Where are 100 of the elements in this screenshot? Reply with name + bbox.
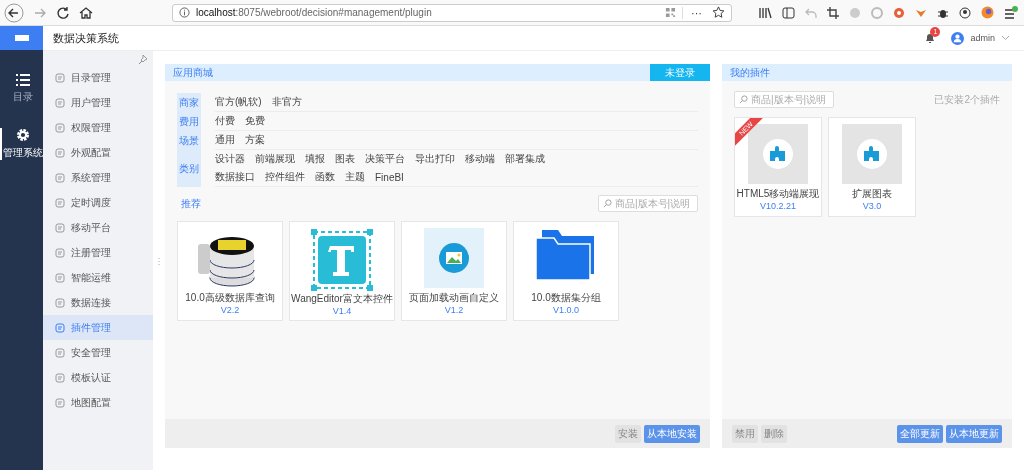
plugin-name: 10.0高级数据库查询	[185, 291, 275, 304]
filter-option[interactable]: 免费	[245, 114, 265, 128]
search-field[interactable]: 商品|版本号|说明	[598, 195, 698, 212]
filter-option[interactable]: 函数	[315, 170, 335, 184]
menu-item-icon	[55, 322, 65, 333]
crop-icon[interactable]	[827, 6, 839, 19]
filter-option[interactable]: 控件组件	[265, 170, 305, 184]
filter-option[interactable]: 图表	[335, 152, 355, 166]
plugin-card[interactable]: 10.0高级数据库查询 V2.2	[177, 221, 283, 321]
plugin-name: 10.0数据集分组	[531, 291, 601, 304]
sidebar-item[interactable]: 地图配置	[43, 390, 153, 415]
sidebar-item[interactable]: 数据连接	[43, 290, 153, 315]
qr-code-icon[interactable]	[665, 7, 676, 18]
filter-option[interactable]: 官方(帆软)	[215, 95, 262, 109]
user-name[interactable]: admin	[970, 33, 995, 43]
plugin-card[interactable]: 10.0数据集分组 V1.0.0	[513, 221, 619, 321]
menu-item-icon	[55, 97, 65, 108]
sidebar-item[interactable]: 权限管理	[43, 115, 153, 140]
panel-title: 我的插件	[730, 65, 770, 80]
section-label: 推荐	[180, 196, 201, 211]
star-icon[interactable]	[712, 6, 725, 19]
plugin-version: V10.2.21	[760, 200, 796, 212]
sidebar-item[interactable]: 模板认证	[43, 365, 153, 390]
filter-option[interactable]: 填报	[305, 152, 325, 166]
menu-item-icon	[55, 347, 65, 358]
plugin-card[interactable]: 扩展图表 V3.0	[828, 117, 916, 217]
plugin-name: WangEditor富文本控件	[291, 292, 393, 305]
sidebar-item[interactable]: 移动平台	[43, 215, 153, 240]
plugin-card[interactable]: WangEditor富文本控件 V1.4	[289, 221, 395, 321]
logo-tile[interactable]	[0, 26, 43, 50]
plugin-version: V3.0	[862, 200, 882, 212]
url-text: localhost:8075/webroot/decision#management/plugin	[196, 7, 432, 18]
filter-option[interactable]: 决策平台	[365, 152, 405, 166]
filter-option[interactable]: 设计器	[215, 152, 245, 166]
back-icon[interactable]	[4, 2, 24, 23]
filter-option[interactable]: 通用	[215, 133, 235, 147]
sidebar-item[interactable]: 系统管理	[43, 165, 153, 190]
plugin-version: V2.2	[220, 304, 240, 316]
filter-option[interactable]: 付费	[215, 114, 235, 128]
sidebar-item[interactable]: 用户管理	[43, 90, 153, 115]
app-title: 数据决策系统	[53, 30, 119, 46]
plugin-name: 扩展图表	[852, 187, 892, 200]
plugin-version: V1.2	[444, 304, 464, 316]
menu-item-icon	[55, 197, 65, 208]
sidebar-item[interactable]: 外观配置	[43, 140, 153, 165]
sidebar-item[interactable]: 安全管理	[43, 340, 153, 365]
filter-option[interactable]: 主题	[345, 170, 365, 184]
menu-item-icon	[55, 272, 65, 283]
settings-icon	[15, 128, 30, 142]
menu-item-icon	[55, 372, 65, 383]
filter-option[interactable]: 导出打印	[415, 152, 455, 166]
search-icon	[603, 199, 612, 208]
menu-item-icon	[55, 122, 65, 133]
filter-label: 类别	[177, 150, 201, 187]
menu-icon[interactable]	[1004, 6, 1018, 19]
plugin-name: HTML5移动端展现	[736, 187, 820, 200]
reload-icon[interactable]	[56, 5, 70, 20]
extension-icon[interactable]	[893, 6, 905, 19]
search-field[interactable]: 商品|版本号|说明	[734, 91, 834, 108]
filter-label: 费用	[177, 112, 201, 131]
address-bar[interactable]: localhost:8075/webroot/decision#management/plugin ···	[172, 3, 732, 22]
menu-item-icon	[55, 297, 65, 308]
info-icon	[179, 7, 190, 18]
pin-icon[interactable]	[138, 55, 147, 64]
filter-option[interactable]: 方案	[245, 133, 265, 147]
sidebar-item[interactable]: 智能运维	[43, 265, 153, 290]
plugin-version: V1.0.0	[553, 304, 579, 316]
filter-option[interactable]: 非官方	[271, 95, 302, 109]
installed-count: 已安装2个插件	[934, 92, 1000, 107]
avatar-icon[interactable]	[951, 31, 965, 45]
sidebar-item[interactable]: 定时调度	[43, 190, 153, 215]
text-icon	[310, 228, 374, 292]
plugin-card[interactable]: 页面加载动画自定义 V1.2	[401, 221, 507, 321]
rail-tab[interactable]: 目录	[0, 74, 43, 104]
panel-title: 应用商城	[173, 65, 213, 80]
library-icon[interactable]	[759, 6, 772, 19]
list-icon	[15, 74, 30, 86]
menu-item-icon	[55, 147, 65, 158]
filter-option[interactable]: 部署集成	[505, 152, 545, 166]
puzzle-icon	[842, 124, 902, 184]
filter-label: 商家	[177, 93, 201, 112]
sidebar-item[interactable]: 目录管理	[43, 65, 153, 90]
home-icon[interactable]	[79, 5, 93, 20]
plugin-name: 页面加载动画自定义	[409, 291, 499, 304]
filter-option[interactable]: FineBI	[375, 171, 404, 183]
filter-option[interactable]: 数据接口	[215, 170, 255, 184]
menu-item-icon	[55, 247, 65, 258]
bell-icon[interactable]	[925, 32, 936, 44]
filter-label: 场景	[177, 131, 201, 150]
menu-item-icon	[55, 222, 65, 233]
sidebar-item[interactable]: 注册管理	[43, 240, 153, 265]
menu-item-icon	[55, 172, 65, 183]
image-icon	[424, 228, 484, 288]
filter-option[interactable]: 前端展现	[255, 152, 295, 166]
firefox-icon[interactable]	[981, 6, 994, 19]
account-icon[interactable]	[959, 6, 971, 19]
sidebar-icon[interactable]	[782, 6, 795, 19]
more-actions-button[interactable]: ···	[682, 6, 706, 19]
menu-item-icon	[55, 397, 65, 408]
filter-option[interactable]: 移动端	[465, 152, 495, 166]
